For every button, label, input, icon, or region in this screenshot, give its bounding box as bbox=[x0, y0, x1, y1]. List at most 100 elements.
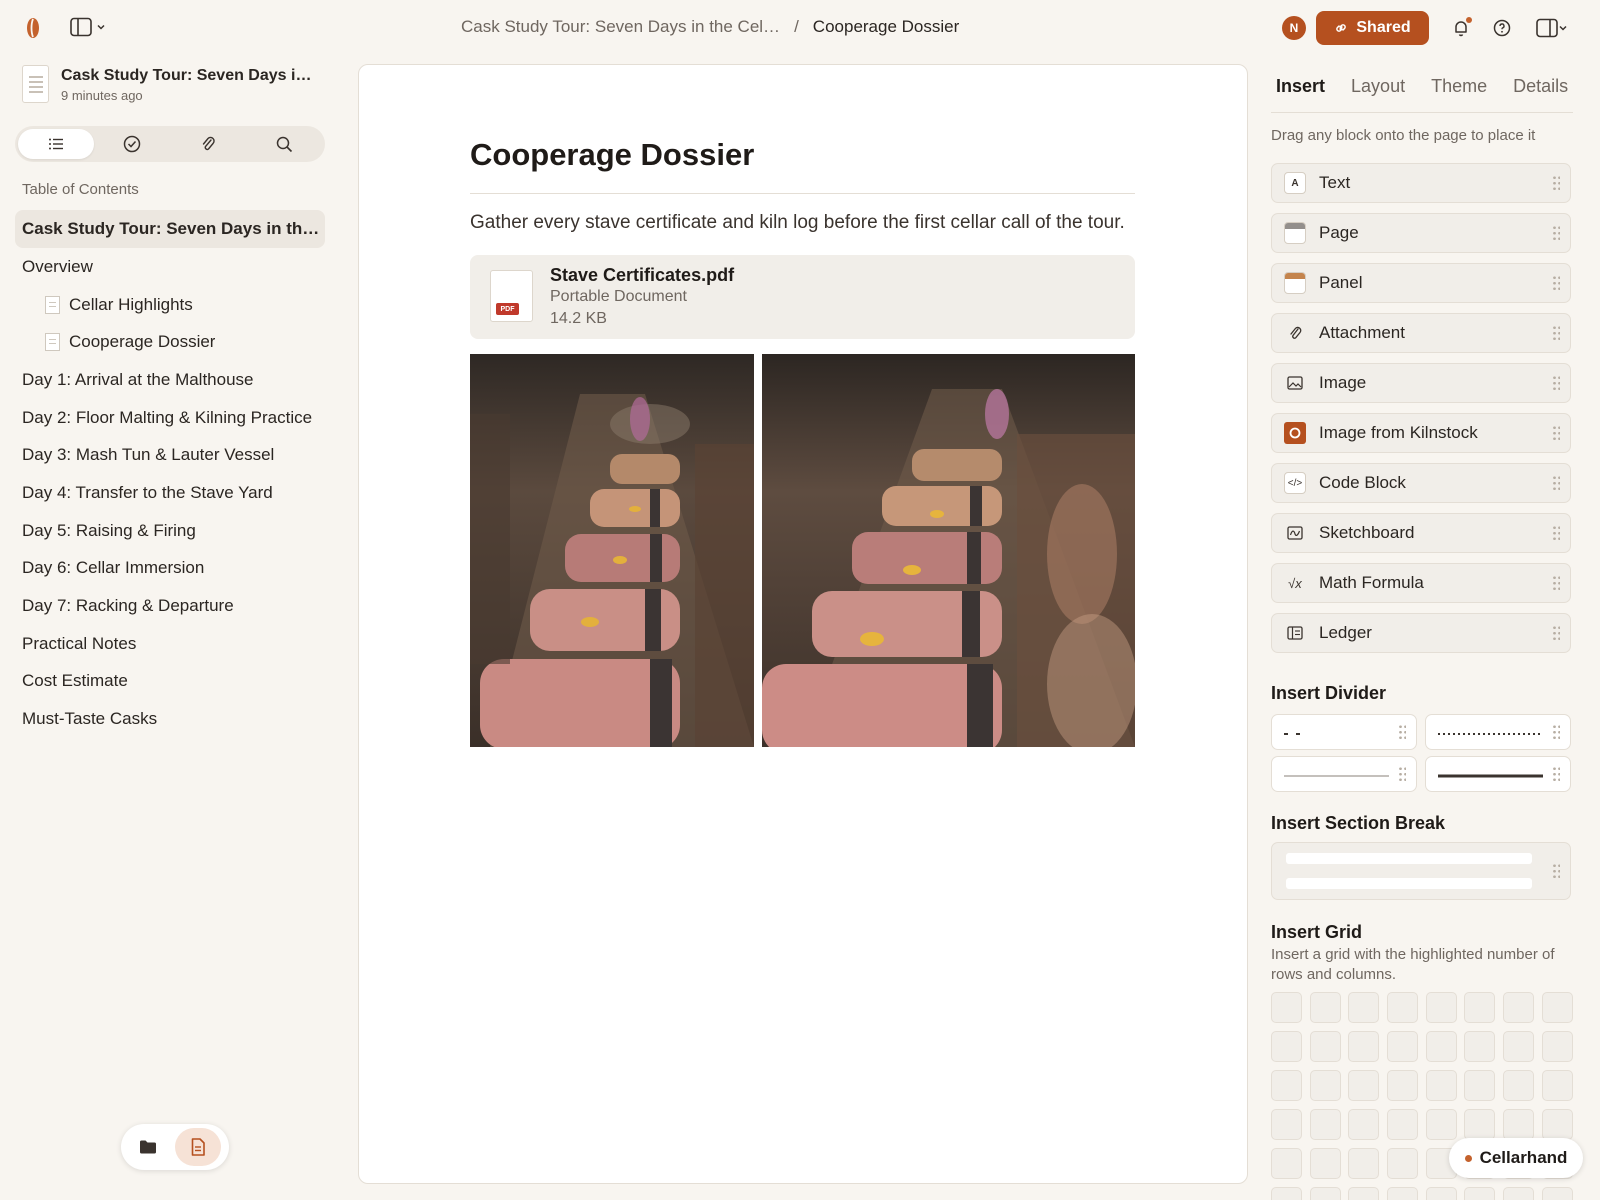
grid-cell[interactable] bbox=[1387, 1109, 1419, 1140]
grid-cell[interactable] bbox=[1271, 1070, 1302, 1101]
grid-cell[interactable] bbox=[1271, 1031, 1302, 1062]
grid-cell[interactable] bbox=[1541, 1187, 1573, 1200]
folder-button[interactable] bbox=[125, 1128, 171, 1166]
grid-cell[interactable] bbox=[1503, 1187, 1535, 1200]
drag-handle-icon[interactable] bbox=[1552, 525, 1560, 541]
tab-details[interactable]: Details bbox=[1508, 76, 1568, 112]
block-image-from-kilnstock[interactable]: Image from Kilnstock bbox=[1271, 413, 1571, 453]
intro-paragraph[interactable]: Gather every stave certificate and kiln … bbox=[470, 212, 1125, 234]
attachments-view-button[interactable] bbox=[170, 129, 246, 159]
barrel-photo-right[interactable] bbox=[762, 354, 1135, 747]
grid-cell[interactable] bbox=[1464, 1187, 1496, 1200]
drag-handle-icon[interactable] bbox=[1552, 175, 1560, 191]
grid-cell[interactable] bbox=[1541, 1031, 1573, 1062]
search-view-button[interactable] bbox=[246, 129, 322, 159]
section-break-block[interactable] bbox=[1271, 842, 1571, 900]
drag-handle-icon[interactable] bbox=[1552, 225, 1560, 241]
barrel-photo-left[interactable] bbox=[470, 354, 754, 747]
tab-theme[interactable]: Theme bbox=[1426, 76, 1487, 112]
grid-cell[interactable] bbox=[1541, 992, 1573, 1023]
drag-handle-icon[interactable] bbox=[1552, 724, 1560, 740]
drag-handle-icon[interactable] bbox=[1552, 863, 1560, 879]
grid-cell[interactable] bbox=[1541, 1070, 1573, 1101]
grid-cell[interactable] bbox=[1309, 1070, 1341, 1101]
grid-cell[interactable] bbox=[1309, 1031, 1341, 1062]
grid-cell[interactable] bbox=[1309, 992, 1341, 1023]
divider-thin[interactable] bbox=[1271, 756, 1417, 792]
tab-layout[interactable]: Layout bbox=[1346, 76, 1405, 112]
toc-item[interactable]: Day 4: Transfer to the Stave Yard bbox=[15, 474, 325, 512]
drag-handle-icon[interactable] bbox=[1552, 425, 1560, 441]
shared-button[interactable]: Shared bbox=[1316, 11, 1429, 45]
grid-cell[interactable] bbox=[1348, 1187, 1380, 1200]
grid-cell[interactable] bbox=[1387, 1187, 1419, 1200]
grid-cell[interactable] bbox=[1425, 1070, 1457, 1101]
grid-cell[interactable] bbox=[1348, 1031, 1380, 1062]
grid-cell[interactable] bbox=[1464, 1070, 1496, 1101]
drag-handle-icon[interactable] bbox=[1552, 275, 1560, 291]
grid-cell[interactable] bbox=[1387, 992, 1419, 1023]
document-header[interactable]: Cask Study Tour: Seven Days in … 9 minut… bbox=[22, 65, 322, 105]
grid-cell[interactable] bbox=[1387, 1070, 1419, 1101]
grid-cell[interactable] bbox=[1464, 992, 1496, 1023]
block-text[interactable]: A Text bbox=[1271, 163, 1571, 203]
grid-cell[interactable] bbox=[1425, 1109, 1457, 1140]
block-ledger[interactable]: Ledger bbox=[1271, 613, 1571, 653]
attachment-card[interactable]: PDF Stave Certificates.pdf Portable Docu… bbox=[470, 255, 1135, 339]
drag-handle-icon[interactable] bbox=[1552, 625, 1560, 641]
grid-cell[interactable] bbox=[1309, 1109, 1341, 1140]
block-image[interactable]: Image bbox=[1271, 363, 1571, 403]
toc-item[interactable]: Cask Study Tour: Seven Days in the … bbox=[15, 210, 325, 248]
toc-item[interactable]: Cellar Highlights bbox=[15, 286, 325, 324]
grid-cell[interactable] bbox=[1348, 1148, 1380, 1179]
brand-badge[interactable]: Cellarhand bbox=[1449, 1138, 1583, 1178]
toc-item[interactable]: Cooperage Dossier bbox=[15, 323, 325, 361]
block-panel[interactable]: Panel bbox=[1271, 263, 1571, 303]
divider-dotted[interactable] bbox=[1425, 714, 1571, 750]
help-button[interactable] bbox=[1491, 17, 1513, 39]
app-logo-icon[interactable] bbox=[22, 16, 44, 40]
panel-toggle-button[interactable] bbox=[1532, 17, 1572, 39]
block-sketchboard[interactable]: Sketchboard bbox=[1271, 513, 1571, 553]
sidebar-toggle-button[interactable] bbox=[70, 17, 106, 37]
drag-handle-icon[interactable] bbox=[1398, 724, 1406, 740]
breadcrumb-parent[interactable]: Cask Study Tour: Seven Days in the Cel… bbox=[461, 17, 780, 37]
drag-handle-icon[interactable] bbox=[1398, 766, 1406, 782]
toc-item[interactable]: Day 3: Mash Tun & Lauter Vessel bbox=[15, 436, 325, 474]
grid-cell[interactable] bbox=[1464, 1031, 1496, 1062]
page-canvas[interactable]: Cooperage Dossier Gather every stave cer… bbox=[358, 64, 1248, 1184]
toc-item[interactable]: Day 5: Raising & Firing bbox=[15, 512, 325, 550]
divider-dashed[interactable] bbox=[1271, 714, 1417, 750]
grid-cell[interactable] bbox=[1271, 1109, 1302, 1140]
notifications-button[interactable] bbox=[1450, 17, 1472, 39]
toc-item[interactable]: Day 7: Racking & Departure bbox=[15, 587, 325, 625]
drag-handle-icon[interactable] bbox=[1552, 475, 1560, 491]
outline-view-button[interactable] bbox=[18, 129, 94, 159]
avatar[interactable]: N bbox=[1282, 16, 1306, 40]
grid-cell[interactable] bbox=[1464, 1109, 1496, 1140]
grid-cell[interactable] bbox=[1271, 992, 1302, 1023]
grid-cell[interactable] bbox=[1503, 1031, 1535, 1062]
block-page[interactable]: Page bbox=[1271, 213, 1571, 253]
tab-insert[interactable]: Insert bbox=[1271, 76, 1325, 112]
grid-cell[interactable] bbox=[1387, 1031, 1419, 1062]
toc-item[interactable]: Day 6: Cellar Immersion bbox=[15, 550, 325, 588]
grid-cell[interactable] bbox=[1425, 1187, 1457, 1200]
document-button[interactable] bbox=[175, 1128, 221, 1166]
grid-cell[interactable] bbox=[1503, 992, 1535, 1023]
grid-cell[interactable] bbox=[1503, 1109, 1535, 1140]
grid-cell[interactable] bbox=[1541, 1109, 1573, 1140]
block-code-block[interactable]: </> Code Block bbox=[1271, 463, 1571, 503]
grid-cell[interactable] bbox=[1387, 1148, 1419, 1179]
divider-thick[interactable] bbox=[1425, 756, 1571, 792]
grid-cell[interactable] bbox=[1309, 1148, 1341, 1179]
grid-cell[interactable] bbox=[1503, 1070, 1535, 1101]
grid-cell[interactable] bbox=[1271, 1187, 1302, 1200]
toc-item[interactable]: Must-Taste Casks bbox=[15, 700, 325, 738]
page-title[interactable]: Cooperage Dossier bbox=[470, 137, 754, 173]
grid-cell[interactable] bbox=[1348, 1070, 1380, 1101]
drag-handle-icon[interactable] bbox=[1552, 575, 1560, 591]
tasks-view-button[interactable] bbox=[94, 129, 170, 159]
grid-cell[interactable] bbox=[1348, 992, 1380, 1023]
drag-handle-icon[interactable] bbox=[1552, 766, 1560, 782]
